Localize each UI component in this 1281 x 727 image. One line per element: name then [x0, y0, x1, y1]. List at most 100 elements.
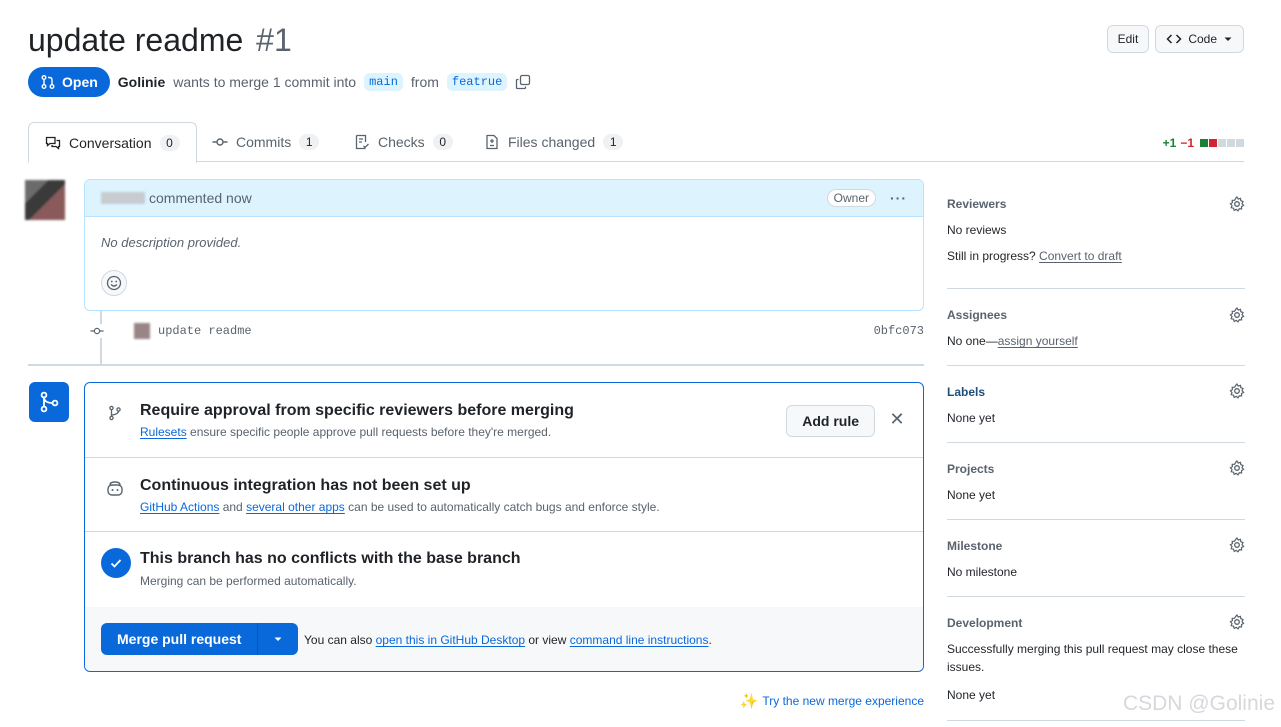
sidebar-milestone: Milestone No milestone — [947, 520, 1245, 597]
gear-icon[interactable] — [1229, 460, 1245, 476]
or-view-text: or view — [525, 633, 570, 647]
try-new-merge-experience-link[interactable]: ✨ Try the new merge experience — [740, 692, 924, 710]
milestone-heading[interactable]: Milestone — [947, 539, 1002, 553]
ci-subtitle: GitHub Actions and several other apps ca… — [140, 500, 660, 514]
sparkle-icon: ✨ — [739, 693, 759, 710]
gear-icon[interactable] — [1229, 383, 1245, 399]
copy-icon[interactable] — [515, 74, 531, 90]
tab-checks-label: Checks — [378, 134, 425, 150]
development-note-line1: Successfully merging this pull request m… — [947, 642, 1238, 656]
reviewers-heading[interactable]: Reviewers — [947, 197, 1006, 211]
ci-section: Continuous integration has not been set … — [85, 458, 923, 532]
avatar[interactable] — [25, 180, 65, 220]
merge-footer: Merge pull request You can also open thi… — [85, 607, 923, 671]
from-text: from — [410, 74, 439, 90]
base-branch[interactable]: main — [364, 73, 403, 91]
command-line-link[interactable]: command line instructions — [570, 633, 709, 647]
ruleset-subtitle: Rulesets ensure specific people approve … — [140, 425, 551, 439]
tab-files-changed[interactable]: Files changed 1 — [468, 122, 639, 162]
projects-value: None yet — [947, 488, 996, 502]
tab-conversation-label: Conversation — [69, 134, 152, 151]
merge-box: Require approval from specific reviewers… — [84, 382, 924, 672]
pull-request-icon — [41, 75, 55, 89]
pr-title: update readme — [28, 22, 244, 58]
tab-conversation[interactable]: Conversation 0 — [28, 122, 197, 163]
gear-icon[interactable] — [1229, 196, 1245, 212]
tab-commits-label: Commits — [236, 134, 292, 150]
page-title: update readme #1 — [28, 22, 292, 59]
kebab-horizontal-icon[interactable]: ··· — [890, 190, 907, 206]
sidebar-projects: Projects None yet — [947, 443, 1245, 520]
tab-files-changed-label: Files changed — [508, 134, 596, 150]
ci-subtitle-text: can be used to automatically catch bugs … — [344, 500, 660, 514]
tab-commits[interactable]: Commits 1 — [196, 122, 335, 162]
head-branch[interactable]: featrue — [446, 73, 508, 91]
rulesets-link[interactable]: Rulesets — [140, 425, 187, 439]
ruleset-title: Require approval from specific reviewers… — [140, 402, 574, 419]
merge-pull-request-button[interactable]: Merge pull request — [101, 623, 259, 655]
conflicts-title: This branch has no conflicts with the ba… — [140, 550, 521, 567]
check-icon — [101, 548, 131, 578]
add-reaction-button[interactable] — [101, 270, 127, 296]
tab-conversation-count: 0 — [159, 134, 180, 151]
comment-time[interactable]: commented now — [149, 190, 252, 206]
commit-sha[interactable]: 0bfc073 — [874, 324, 924, 338]
pr-author[interactable]: Golinie — [118, 74, 165, 90]
labels-heading[interactable]: Labels — [947, 385, 985, 399]
github-desktop-link[interactable]: open this in GitHub Desktop — [376, 633, 525, 647]
pr-number: #1 — [256, 22, 292, 58]
comment-body: No description provided. — [101, 235, 242, 250]
status-badge-label: Open — [62, 74, 98, 90]
tab-checks[interactable]: Checks 0 — [338, 122, 469, 162]
commit-avatar[interactable] — [134, 323, 150, 339]
close-icon[interactable]: ✕ — [889, 410, 905, 428]
development-value: None yet — [947, 688, 996, 702]
comment-discussion-icon — [45, 136, 61, 150]
diffstat-additions: +1 — [1162, 136, 1177, 150]
milestone-value: No milestone — [947, 565, 1018, 579]
tab-files-changed-count: 1 — [603, 134, 624, 150]
ci-and-text: and — [219, 500, 247, 514]
commit-message[interactable]: update readme — [158, 324, 252, 338]
code-button[interactable]: Code — [1155, 25, 1244, 53]
convert-to-draft-link[interactable]: Convert to draft — [1039, 249, 1122, 263]
git-branch-icon — [101, 399, 129, 427]
development-note-line2: issues. — [947, 660, 985, 674]
diffstat-blocks — [1200, 139, 1244, 147]
draft-prompt: Still in progress? Convert to draft — [947, 249, 1122, 263]
copilot-icon — [101, 475, 129, 503]
development-heading[interactable]: Development — [947, 616, 1022, 630]
edit-button[interactable]: Edit — [1106, 25, 1150, 53]
pr-description-comment: commented now Owner ··· No description p… — [84, 179, 924, 311]
merge-method-dropdown[interactable] — [258, 623, 299, 655]
gear-icon[interactable] — [1229, 307, 1245, 323]
projects-heading[interactable]: Projects — [947, 462, 994, 476]
sidebar-assignees: Assignees No one—assign yourself — [947, 289, 1245, 366]
ruleset-subtitle-text: ensure specific people approve pull requ… — [186, 425, 552, 439]
watermark: CSDN @Golinie — [1122, 692, 1275, 715]
merge-button-group: Merge pull request — [101, 623, 299, 655]
status-badge: Open — [28, 67, 110, 97]
comment-header: commented now Owner ··· — [85, 180, 923, 217]
sidebar-labels: Labels None yet — [947, 366, 1245, 443]
gear-icon[interactable] — [1229, 614, 1245, 630]
conflicts-subtitle: Merging can be performed automatically. — [140, 574, 357, 588]
git-commit-icon — [90, 324, 104, 338]
caret-down-icon — [1224, 37, 1232, 41]
gear-icon[interactable] — [1229, 537, 1245, 553]
tab-commits-count: 1 — [299, 134, 320, 150]
assignees-heading[interactable]: Assignees — [947, 308, 1007, 322]
pr-state-row: Open Golinie wants to merge 1 commit int… — [28, 67, 531, 97]
code-button-label: Code — [1188, 32, 1217, 46]
assign-yourself-link[interactable]: assign yourself — [998, 334, 1078, 348]
also-text: You can also — [304, 633, 376, 647]
comment-author[interactable] — [101, 192, 145, 204]
other-apps-link[interactable]: several other apps — [246, 500, 345, 514]
github-actions-link[interactable]: GitHub Actions — [140, 500, 219, 514]
diffstat: +1 −1 — [1163, 136, 1244, 150]
add-rule-button[interactable]: Add rule — [786, 405, 875, 437]
code-icon — [1166, 34, 1182, 44]
tab-checks-count: 0 — [432, 134, 453, 150]
header-actions: Edit Code — [1106, 25, 1244, 53]
diffstat-deletions: −1 — [1180, 136, 1194, 150]
